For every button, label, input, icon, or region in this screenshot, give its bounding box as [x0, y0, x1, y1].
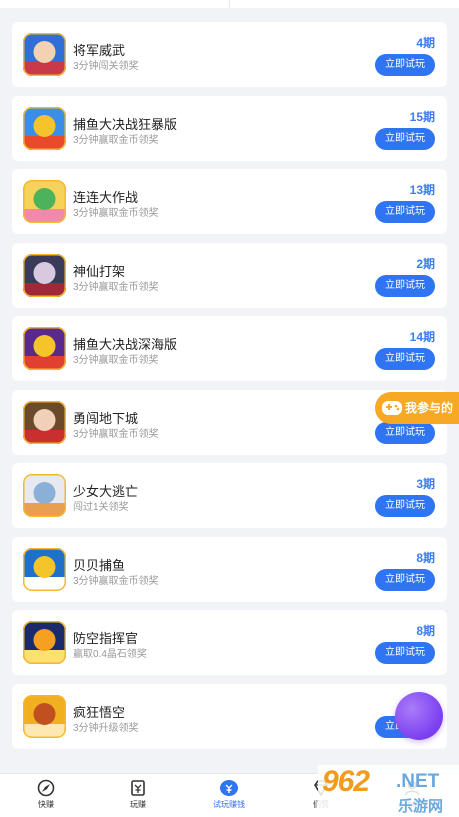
- game-card[interactable]: 防空指挥官 赢取0.4晶石领奖 8期 立即试玩: [12, 610, 447, 675]
- try-now-button[interactable]: 立即试玩: [375, 201, 435, 223]
- site-watermark: 962 .NET 乐游网: [318, 765, 459, 816]
- match-battle-game-icon: [23, 180, 66, 223]
- my-participation-tab[interactable]: 我参与的: [375, 392, 459, 424]
- game-description: 3分钟赢取金币领奖: [73, 575, 159, 587]
- period-badge: 13期: [409, 183, 435, 197]
- game-card[interactable]: 少女大逃亡 闯过1关领奖 3期 立即试玩: [12, 463, 447, 528]
- period-badge: 8期: [416, 550, 435, 565]
- compass-icon: [37, 779, 55, 797]
- game-description: 3分钟赢取金币领奖: [73, 281, 159, 293]
- game-list: 将军威武 3分钟闯关领奖 4期 立即试玩 捕鱼大决战狂暴版 3分钟赢取金币领奖 15期 立即试…: [12, 22, 447, 757]
- nav-label: 快赚: [38, 800, 54, 809]
- gamepad-icon: [382, 401, 402, 415]
- game-card[interactable]: 捕鱼大决战狂暴版 3分钟赢取金币领奖 15期 立即试玩: [12, 95, 447, 161]
- watermark-site: 乐游网: [398, 798, 444, 815]
- beibei-fishing-game-icon: [23, 547, 66, 591]
- top-tab-strip: [0, 0, 459, 8]
- nav-label: 玩赚: [130, 800, 146, 809]
- girl-escape-game-icon: [23, 474, 66, 517]
- try-now-button[interactable]: 立即试玩: [375, 568, 435, 591]
- floating-action-button[interactable]: [395, 692, 443, 740]
- watermark-number: 962: [322, 765, 370, 798]
- nav-label: 试玩赚钱: [213, 800, 245, 809]
- try-now-button[interactable]: 立即试玩: [375, 421, 435, 444]
- period-badge: 2期: [416, 256, 435, 271]
- period-badge: 15期: [409, 109, 435, 124]
- fishing-frenzy-game-icon: [23, 106, 66, 150]
- game-description: 闯过1关领奖: [73, 502, 129, 513]
- period-badge: 4期: [416, 36, 435, 50]
- try-now-button[interactable]: 立即试玩: [375, 495, 435, 517]
- game-card[interactable]: 疯狂悟空3分钟升级领奖7期立即试玩: [12, 683, 447, 749]
- nav-item-2[interactable]: 试玩赚钱: [199, 779, 259, 810]
- crazy-wukong-game-icon: [23, 694, 66, 738]
- game-card[interactable]: 将军威武 3分钟闯关领奖 4期 立即试玩: [12, 22, 447, 87]
- game-card[interactable]: 连连大作战 3分钟赢取金币领奖 13期 立即试玩: [12, 169, 447, 234]
- nav-item-1[interactable]: 玩赚: [108, 779, 168, 810]
- period-badge: 3期: [416, 477, 435, 491]
- my-participation-label: 我参与的: [405, 401, 454, 415]
- nav-item-0[interactable]: 快赚: [16, 779, 76, 810]
- currency-card-icon: [131, 780, 145, 796]
- game-description: 3分钟赢取金币领奖: [73, 355, 159, 366]
- game-description: 3分钟赢取金币领奖: [73, 134, 159, 146]
- game-card[interactable]: 神仙打架 3分钟赢取金币领奖 2期 立即试玩: [12, 242, 447, 308]
- tab-divider: [229, 0, 230, 8]
- air-defense-game-icon: [23, 621, 66, 664]
- immortal-fight-game-icon: [23, 253, 66, 297]
- game-description: 3分钟闯关领奖: [73, 61, 139, 72]
- money-bag-icon: [220, 780, 238, 796]
- period-badge: 14期: [409, 330, 435, 344]
- game-description: 3分钟升级领奖: [73, 722, 139, 734]
- try-now-button[interactable]: 立即试玩: [375, 348, 435, 370]
- period-badge: 8期: [416, 624, 435, 638]
- try-now-button[interactable]: 立即试玩: [375, 54, 435, 76]
- game-card[interactable]: 捕鱼大决战深海版 3分钟赢取金币领奖 14期 立即试玩: [12, 316, 447, 381]
- dungeon-game-icon: [23, 400, 66, 444]
- game-description: 3分钟赢取金币领奖: [73, 428, 159, 440]
- try-now-button[interactable]: 立即试玩: [375, 127, 435, 150]
- fishing-deepsea-game-icon: [23, 327, 66, 370]
- game-description: 赢取0.4晶石领奖: [73, 649, 147, 660]
- try-now-button[interactable]: 立即试玩: [375, 642, 435, 664]
- game-description: 3分钟赢取金币领奖: [73, 208, 159, 219]
- try-now-button[interactable]: 立即试玩: [375, 274, 435, 297]
- game-card[interactable]: 贝贝捕鱼 3分钟赢取金币领奖 8期 立即试玩: [12, 536, 447, 602]
- general-game-icon: [23, 33, 66, 76]
- watermark-net: .NET: [396, 771, 440, 792]
